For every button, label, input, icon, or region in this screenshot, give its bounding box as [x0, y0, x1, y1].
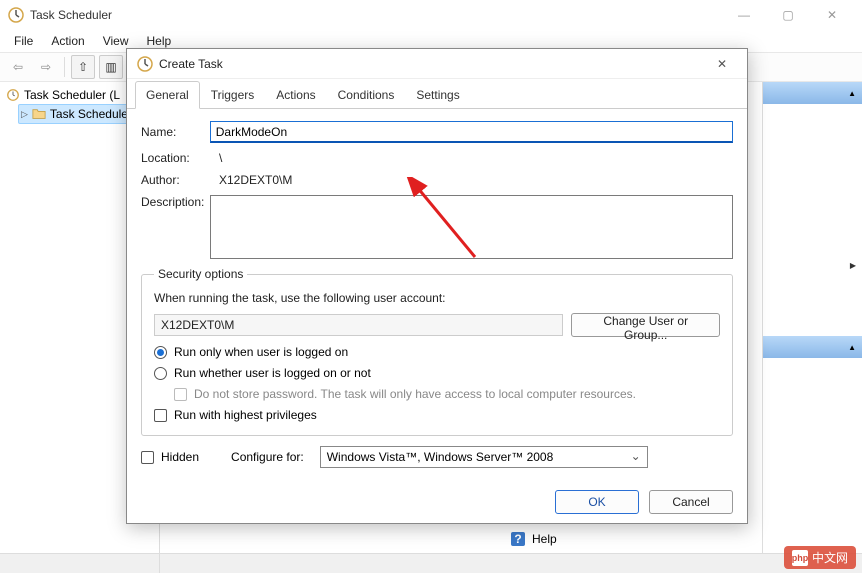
collapse-icon: ▲ [848, 89, 856, 98]
tab-body: Name: Location: \ Author: X12DEXT0\M Des… [127, 108, 747, 476]
radio-logged-on[interactable]: Run only when user is logged on [154, 345, 720, 359]
tab-conditions[interactable]: Conditions [327, 81, 406, 109]
hidden-label: Hidden [161, 450, 199, 464]
ok-button[interactable]: OK [555, 490, 639, 514]
description-input[interactable] [210, 195, 733, 259]
action-header-2[interactable]: ▲ [763, 336, 862, 358]
watermark-icon: php [792, 550, 808, 566]
checkbox-icon [141, 451, 154, 464]
watermark: php 中文网 [784, 546, 856, 569]
menu-action[interactable]: Action [43, 31, 92, 51]
cancel-button[interactable]: Cancel [649, 490, 733, 514]
dialog-button-row: OK Cancel [127, 481, 747, 523]
svg-text:?: ? [514, 532, 521, 546]
help-label: Help [532, 532, 557, 546]
dialog-close-button[interactable]: ✕ [707, 49, 737, 79]
tab-general[interactable]: General [135, 81, 200, 109]
check-highest-label: Run with highest privileges [174, 408, 317, 422]
maximize-button[interactable]: ▢ [766, 0, 810, 30]
status-bar [0, 553, 862, 573]
action-header-1[interactable]: ▲ [763, 82, 862, 104]
name-label: Name: [141, 125, 210, 139]
create-task-dialog: Create Task ✕ General Triggers Actions C… [126, 48, 748, 524]
check-hidden[interactable]: Hidden [141, 450, 199, 464]
check-nostore: Do not store password. The task will onl… [174, 387, 720, 401]
dialog-titlebar: Create Task ✕ [127, 49, 747, 79]
tree-root-label: Task Scheduler (L [24, 88, 120, 102]
app-icon [8, 7, 24, 23]
window-titlebar: Task Scheduler — ▢ ✕ [0, 0, 862, 30]
check-nostore-label: Do not store password. The task will onl… [194, 387, 636, 401]
check-highest[interactable]: Run with highest privileges [154, 408, 720, 422]
location-label: Location: [141, 151, 219, 165]
author-label: Author: [141, 173, 219, 187]
run-as-label: When running the task, use the following… [154, 291, 720, 305]
back-button[interactable]: ⇦ [6, 55, 30, 79]
watermark-text: 中文网 [812, 549, 848, 566]
description-label: Description: [141, 195, 210, 209]
show-hide-button[interactable]: ▥ [99, 55, 123, 79]
tab-strip: General Triggers Actions Conditions Sett… [127, 79, 747, 109]
radio-logged-on-label: Run only when user is logged on [174, 345, 348, 359]
configure-for-value: Windows Vista™, Windows Server™ 2008 [327, 450, 554, 464]
status-cell [0, 554, 160, 573]
checkbox-icon [174, 388, 187, 401]
account-display: X12DEXT0\M [154, 314, 563, 336]
radio-whether[interactable]: Run whether user is logged on or not [154, 366, 720, 380]
name-input[interactable] [210, 121, 733, 143]
tab-actions[interactable]: Actions [265, 81, 326, 109]
minimize-button[interactable]: — [722, 0, 766, 30]
folder-icon [32, 107, 46, 121]
security-legend: Security options [154, 267, 247, 281]
expand-icon[interactable]: ▷ [21, 109, 28, 120]
location-value: \ [219, 151, 733, 165]
arrow-right-icon[interactable]: ▶ [850, 261, 856, 270]
radio-icon [154, 367, 167, 380]
radio-whether-label: Run whether user is logged on or not [174, 366, 371, 380]
security-options-group: Security options When running the task, … [141, 267, 733, 436]
help-link[interactable]: ? Help [510, 531, 557, 547]
close-button[interactable]: ✕ [810, 0, 854, 30]
app-title: Task Scheduler [30, 8, 112, 22]
collapse-icon: ▲ [848, 343, 856, 352]
clock-icon [6, 88, 20, 102]
configure-for-label: Configure for: [231, 450, 304, 464]
dialog-title: Create Task [159, 57, 223, 71]
tab-triggers[interactable]: Triggers [200, 81, 266, 109]
help-icon: ? [510, 531, 526, 547]
configure-for-dropdown[interactable]: Windows Vista™, Windows Server™ 2008 [320, 446, 648, 468]
forward-button[interactable]: ⇨ [34, 55, 58, 79]
tab-settings[interactable]: Settings [405, 81, 470, 109]
change-user-button[interactable]: Change User or Group... [571, 313, 720, 337]
author-value: X12DEXT0\M [219, 173, 733, 187]
up-button[interactable]: ⇧ [71, 55, 95, 79]
toolbar-separator [64, 57, 65, 77]
menu-file[interactable]: File [6, 31, 41, 51]
tree-child-label: Task Schedule [50, 107, 128, 121]
checkbox-icon [154, 409, 167, 422]
clock-icon [137, 56, 153, 72]
radio-icon [154, 346, 167, 359]
action-pane: ▲ ▶ ▲ [762, 82, 862, 553]
